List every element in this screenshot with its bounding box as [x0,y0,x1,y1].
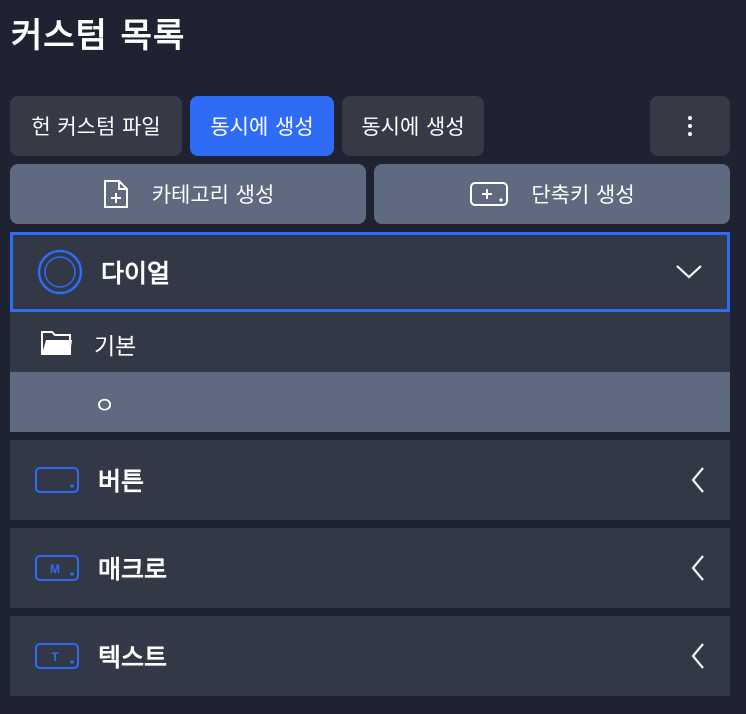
text-icon-badge: T [51,650,59,664]
new-custom-file-label: 헌 커스텀 파일 [31,115,161,139]
chevron-left-icon[interactable] [690,466,706,494]
create-shortcut-button[interactable]: 단축키 생성 [374,164,730,224]
text-category-label: 텍스트 [98,643,168,672]
folder-label: 기본 [94,334,137,360]
create-simultaneous-active-label: 동시에 생성 [210,115,314,139]
category-text[interactable]: T 텍스트 [10,616,730,696]
category-button[interactable]: 버튼 [10,440,730,520]
chevron-left-icon[interactable] [690,642,706,670]
folder-row-default[interactable]: 기본 [10,312,730,372]
shortcut-item[interactable]: ㅇ [10,372,730,432]
category-dial[interactable]: 다이얼 [10,232,730,312]
macro-category-label: 매크로 [98,555,168,584]
button-category-label: 버튼 [98,467,145,496]
chevron-down-icon[interactable] [675,264,703,280]
macro-icon-badge: M [50,562,60,576]
shortcut-item-label: ㅇ [94,393,116,419]
folder-open-icon [40,328,74,360]
page-title: 커스텀 목록 [11,16,186,56]
new-custom-file-button[interactable]: 헌 커스텀 파일 [10,96,182,156]
chevron-left-icon[interactable] [690,554,706,582]
button-icon [34,466,80,494]
keyboard-plus-icon [469,181,509,207]
dial-icon [37,249,83,295]
create-category-button[interactable]: 카테고리 생성 [10,164,366,224]
category-macro[interactable]: M 매크로 [10,528,730,608]
custom-list-page: 커스텀 목록 헌 커스텀 파일 동시에 생성 동시에 생성 카테고리 생성 단축… [0,0,746,714]
create-category-label: 카테고리 생성 [151,183,275,207]
create-simultaneous-button[interactable]: 동시에 생성 [342,96,484,156]
macro-icon: M [34,554,80,582]
file-plus-icon [102,179,130,209]
more-options-button[interactable] [650,96,730,156]
create-simultaneous-active-button[interactable]: 동시에 생성 [190,96,334,156]
dial-label: 다이얼 [101,259,171,288]
create-simultaneous-label: 동시에 생성 [361,115,465,139]
create-shortcut-label: 단축키 생성 [531,183,635,207]
more-vertical-icon [688,116,692,136]
text-icon: T [34,642,80,670]
